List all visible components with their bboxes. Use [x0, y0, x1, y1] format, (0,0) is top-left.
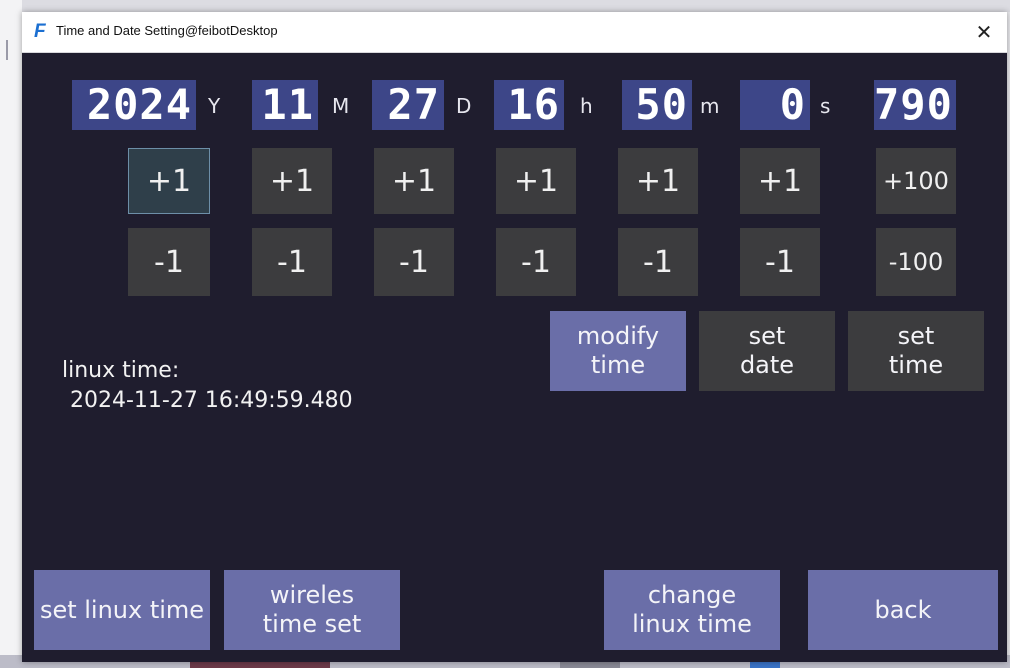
month-minus-button[interactable]: -1	[252, 228, 332, 296]
set-time-button[interactable]: set time	[848, 311, 984, 391]
close-icon: ✕	[975, 20, 993, 44]
year-minus-button[interactable]: -1	[128, 228, 210, 296]
close-button[interactable]: ✕	[961, 12, 1007, 52]
modify-time-button[interactable]: modify time	[550, 311, 686, 391]
second-display: 0	[740, 80, 810, 130]
desktop-background-left	[0, 0, 22, 668]
linux-time-label: linux time:	[62, 358, 180, 383]
hour-unit-label: h	[580, 94, 593, 118]
day-display: 27	[372, 80, 444, 130]
hour-plus-button[interactable]: +1	[496, 148, 576, 214]
month-unit-label: M	[332, 94, 350, 118]
year-unit-label: Y	[208, 94, 221, 118]
set-linux-time-button[interactable]: set linux time	[34, 570, 210, 650]
titlebar: F Time and Date Setting@feibotDesktop ✕	[22, 12, 1007, 53]
change-linux-time-button[interactable]: change linux time	[604, 570, 780, 650]
day-minus-button[interactable]: -1	[374, 228, 454, 296]
window-title: Time and Date Setting@feibotDesktop	[56, 23, 278, 38]
second-plus-button[interactable]: +1	[740, 148, 820, 214]
year-display: 2024	[72, 80, 196, 130]
month-plus-button[interactable]: +1	[252, 148, 332, 214]
minute-unit-label: m	[700, 94, 720, 118]
wireless-time-set-button[interactable]: wireles time set	[224, 570, 400, 650]
month-display: 11	[252, 80, 318, 130]
minute-plus-button[interactable]: +1	[618, 148, 698, 214]
millisecond-display: 790	[874, 80, 956, 130]
background-tick	[6, 40, 8, 60]
app-logo-icon: F	[34, 21, 46, 42]
content-area: 2024 Y 11 M 27 D 16 h 50 m 0 s 790 +1 +1…	[22, 52, 1007, 662]
desktop-background-top	[0, 0, 1010, 12]
minute-display: 50	[622, 80, 692, 130]
linux-time-value: 2024-11-27 16:49:59.480	[70, 388, 353, 413]
millisecond-plus-button[interactable]: +100	[876, 148, 956, 214]
hour-minus-button[interactable]: -1	[496, 228, 576, 296]
time-date-setting-window: F Time and Date Setting@feibotDesktop ✕ …	[22, 12, 1007, 662]
minute-minus-button[interactable]: -1	[618, 228, 698, 296]
day-unit-label: D	[456, 94, 472, 118]
second-unit-label: s	[820, 94, 831, 118]
day-plus-button[interactable]: +1	[374, 148, 454, 214]
set-date-button[interactable]: set date	[699, 311, 835, 391]
year-plus-button[interactable]: +1	[128, 148, 210, 214]
millisecond-minus-button[interactable]: -100	[876, 228, 956, 296]
back-button[interactable]: back	[808, 570, 998, 650]
hour-display: 16	[494, 80, 564, 130]
second-minus-button[interactable]: -1	[740, 228, 820, 296]
